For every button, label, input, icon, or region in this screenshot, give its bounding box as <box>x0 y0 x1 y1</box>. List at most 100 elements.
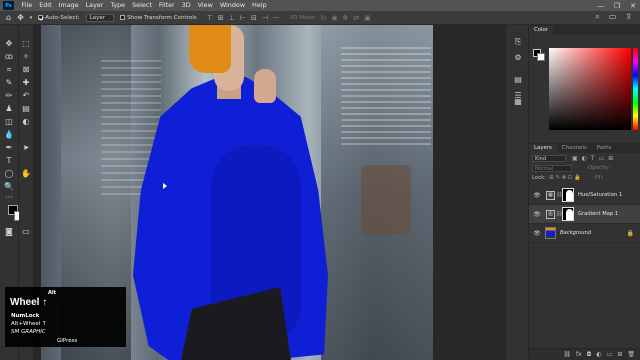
magic-wand-tool-icon[interactable]: ✧ <box>20 52 32 62</box>
move-tool-icon[interactable]: ✥ <box>17 13 24 22</box>
key-brand: SM GRAPHIC <box>11 329 46 335</box>
more-tools-icon[interactable]: ··· <box>3 193 15 203</box>
eraser-tool-icon[interactable]: ◫ <box>3 117 15 127</box>
visibility-eye-icon[interactable]: 👁 <box>533 211 541 218</box>
history-icon[interactable]: ⎘ <box>513 37 523 46</box>
tab-layers[interactable]: Layers <box>529 144 557 153</box>
edit-toolbar-icon[interactable]: ▭ <box>20 227 32 237</box>
visibility-eye-icon[interactable]: 👁 <box>533 230 541 237</box>
search-icon[interactable]: ⌕ <box>595 12 599 22</box>
tab-paths[interactable]: Paths <box>592 144 617 153</box>
hue-slider[interactable] <box>633 48 638 130</box>
align-top-icon[interactable]: ⊤ <box>207 14 213 22</box>
close-icon[interactable]: ✕ <box>630 2 636 10</box>
menu-image[interactable]: Image <box>55 0 82 11</box>
swatches-icon[interactable]: ▦ <box>513 97 523 106</box>
home-icon[interactable]: ⌂ <box>6 13 11 22</box>
mask-link-icon[interactable]: ⛓ <box>556 192 562 198</box>
layer-row[interactable]: 👁 ▥ ⛓ Gradient Map 1 <box>529 205 640 224</box>
filter-smart-icon[interactable]: ⊞ <box>608 155 613 162</box>
menu-window[interactable]: Window <box>216 0 248 11</box>
layer-mask-thumbnail[interactable] <box>562 188 574 202</box>
adjustments-icon[interactable]: ⚙ <box>513 53 523 62</box>
link-layers-icon[interactable]: ⛓ <box>563 351 571 358</box>
collapsed-panels-column: ⎘ ⚙ ▤ ☰ ▦ <box>505 25 529 360</box>
new-group-icon[interactable]: ▭ <box>607 351 613 358</box>
workspace-icon[interactable]: ▭ <box>609 12 617 22</box>
pen-tool-icon[interactable]: ✒ <box>3 143 15 153</box>
3d-pan-icon[interactable]: ✥ <box>342 14 348 22</box>
align-left-icon[interactable]: ⊢ <box>240 14 246 22</box>
lock-icons[interactable]: ⊞ ✎ ✥ ⊡ 🔒 <box>549 175 581 181</box>
align-middle-icon[interactable]: ⊞ <box>218 14 224 22</box>
type-tool-icon[interactable]: T <box>3 156 15 166</box>
tool-preset-dropdown[interactable]: ▾ <box>30 15 33 21</box>
marquee-tool-icon[interactable]: ⬚ <box>20 39 32 49</box>
3d-slide-icon[interactable]: ⇄ <box>353 14 359 22</box>
menu-type[interactable]: Type <box>107 0 129 11</box>
fill-label: Fill: <box>594 175 604 181</box>
tab-color[interactable]: Color <box>529 26 554 35</box>
menu-file[interactable]: File <box>18 0 36 11</box>
dodge-tool-icon[interactable]: ◐ <box>20 117 32 127</box>
mask-link-icon[interactable]: ⛓ <box>556 211 562 217</box>
menu-view[interactable]: View <box>194 0 216 11</box>
layer-filter-dropdown[interactable]: Kind <box>532 154 566 162</box>
lock-row: Lock: ⊞ ✎ ✥ ⊡ 🔒 Fill: <box>529 173 640 183</box>
delete-layer-icon[interactable]: 🗑 <box>627 351 635 358</box>
layer-mask-thumbnail[interactable] <box>562 207 574 221</box>
move-tool-icon[interactable]: ✥ <box>3 39 15 49</box>
zoom-tool-icon[interactable]: 🔍 <box>3 182 15 192</box>
layer-row[interactable]: 👁 ▦ ⛓ Hue/Saturation 1 <box>529 186 640 205</box>
tab-channels[interactable]: Channels <box>557 144 592 153</box>
align-right-icon[interactable]: ⊣ <box>262 14 268 22</box>
menu-layer[interactable]: Layer <box>82 0 107 11</box>
filter-pixel-icon[interactable]: ▣ <box>572 155 578 162</box>
show-transform-checkbox[interactable] <box>120 15 126 20</box>
filter-adjustment-icon[interactable]: ◐ <box>582 155 587 162</box>
visibility-eye-icon[interactable]: 👁 <box>533 192 541 199</box>
filter-type-icon[interactable]: T <box>591 155 595 162</box>
eyedropper-tool-icon[interactable]: ✎ <box>3 78 15 88</box>
align-center-icon[interactable]: ⊟ <box>251 14 257 22</box>
filter-shape-icon[interactable]: ▭ <box>599 155 605 162</box>
minimize-icon[interactable]: — <box>597 2 604 10</box>
menu-filter[interactable]: Filter <box>155 0 178 11</box>
healing-brush-tool-icon[interactable]: ✚ <box>20 78 32 88</box>
layer-row[interactable]: 👁 Background 🔒 <box>529 224 640 243</box>
menu-help[interactable]: Help <box>249 0 271 11</box>
new-adjustment-icon[interactable]: ◐ <box>596 351 601 358</box>
auto-select-target: Layer <box>85 13 115 22</box>
new-layer-icon[interactable]: ⊞ <box>617 351 622 358</box>
gradient-tool-icon[interactable]: ▤ <box>20 104 32 114</box>
auto-select-checkbox[interactable] <box>38 15 44 20</box>
history-brush-tool-icon[interactable]: ↶ <box>20 91 32 101</box>
3d-rotate-icon[interactable]: ↻ <box>320 14 326 22</box>
brush-tool-icon[interactable]: ✏ <box>3 91 15 101</box>
more-options-icon[interactable]: ··· <box>273 14 280 22</box>
hand-tool-icon[interactable]: ✋ <box>20 169 32 179</box>
3d-scale-icon[interactable]: ▣ <box>364 14 371 22</box>
menu-select[interactable]: Select <box>129 0 156 11</box>
path-selection-tool-icon[interactable]: ➤ <box>20 143 32 153</box>
restore-icon[interactable]: ❐ <box>614 2 620 10</box>
quick-mask-icon[interactable]: ◙ <box>3 227 15 237</box>
menu-3d[interactable]: 3D <box>178 0 194 11</box>
shape-tool-icon[interactable]: ◯ <box>3 169 15 179</box>
color-background-swatch[interactable] <box>537 53 545 61</box>
align-bottom-icon[interactable]: ⊥ <box>229 14 235 22</box>
add-mask-icon[interactable]: ◘ <box>587 351 592 358</box>
properties-icon[interactable]: ▤ <box>513 75 523 84</box>
auto-select-dropdown[interactable]: Layer <box>85 13 115 22</box>
frame-tool-icon[interactable]: ⊠ <box>20 65 32 75</box>
blend-mode-dropdown[interactable]: Normal <box>532 164 572 172</box>
clone-stamp-tool-icon[interactable]: ♟ <box>3 104 15 114</box>
lasso-tool-icon[interactable]: ꝏ <box>3 52 15 62</box>
color-field[interactable] <box>549 48 631 130</box>
crop-tool-icon[interactable]: ⌗ <box>3 65 15 75</box>
blur-tool-icon[interactable]: 💧 <box>3 130 15 140</box>
fx-icon[interactable]: fx <box>576 351 582 358</box>
menu-edit[interactable]: Edit <box>36 0 55 11</box>
share-icon[interactable]: ⇪ <box>625 12 632 22</box>
3d-roll-icon[interactable]: ◉ <box>331 14 337 22</box>
